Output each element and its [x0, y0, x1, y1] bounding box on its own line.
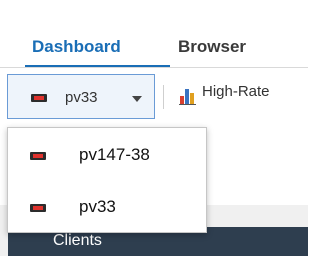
tab-browser[interactable]: Browser — [178, 37, 246, 57]
clients-panel-title: Clients — [53, 232, 102, 249]
toolbar-divider — [163, 85, 164, 109]
bar-chart-icon[interactable] — [179, 88, 196, 105]
device-icon — [31, 94, 47, 102]
tab-dashboard[interactable]: Dashboard — [32, 37, 121, 57]
device-option-label: pv33 — [79, 197, 116, 216]
high-rate-button[interactable]: High-Rate — [202, 83, 270, 100]
device-icon — [30, 204, 46, 212]
device-option-label: pv147-38 — [79, 145, 150, 164]
caret-down-icon — [132, 96, 142, 102]
device-option-pv147-38[interactable]: pv147-38 — [8, 131, 206, 181]
device-dropdown-menu: pv147-38 pv33 — [7, 127, 207, 233]
device-option-pv33[interactable]: pv33 — [8, 183, 206, 233]
device-select-value: pv33 — [65, 89, 98, 106]
device-select[interactable]: pv33 — [7, 74, 155, 119]
app-root: Dashboard Browser pv33 High-Rate Clients… — [0, 0, 308, 256]
device-icon — [30, 152, 46, 160]
toolbar: pv33 High-Rate — [0, 68, 308, 130]
tab-bar: Dashboard Browser — [0, 0, 308, 68]
